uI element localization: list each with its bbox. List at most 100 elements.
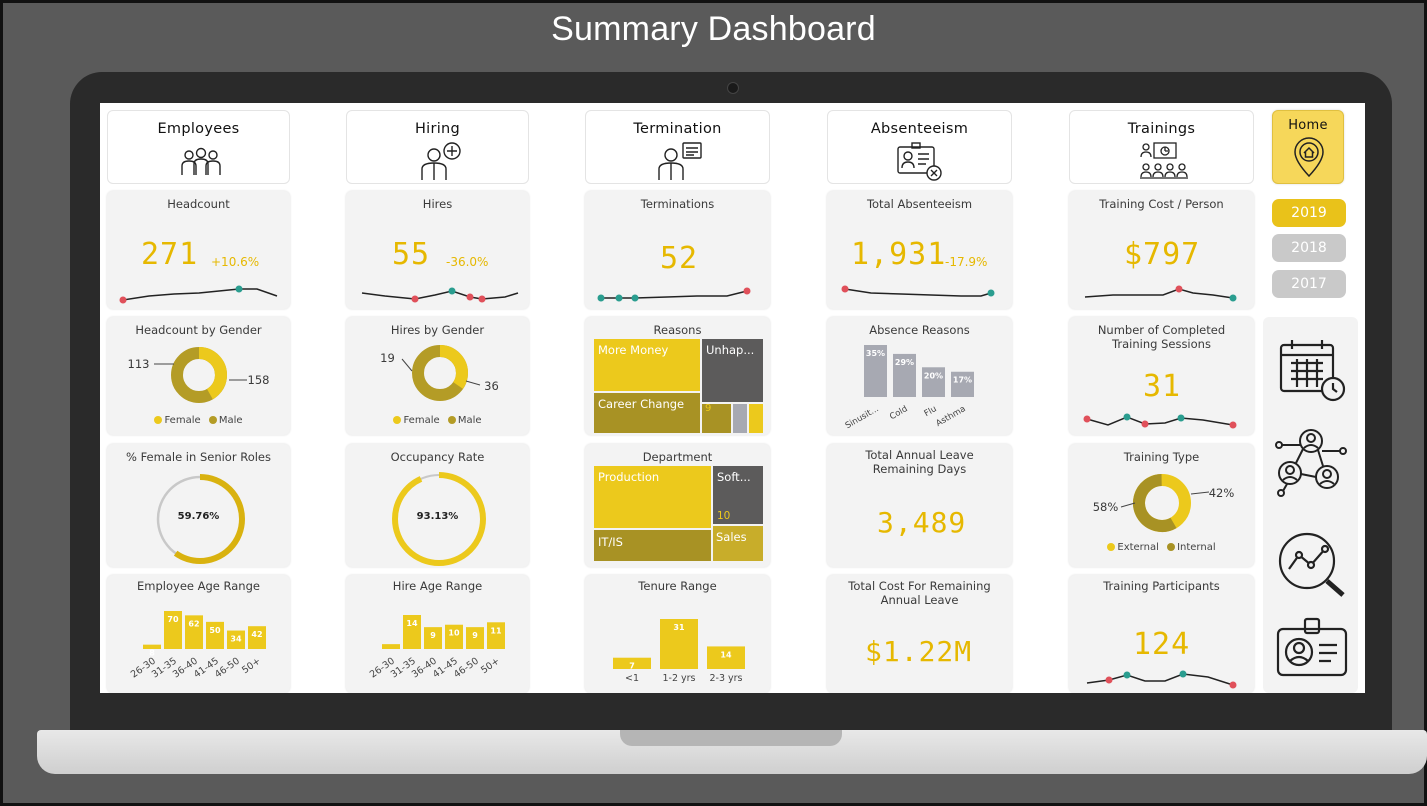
bar-category-label: 1-2 yrs [662,673,695,684]
reasons-card[interactable]: Reasons More Money Unhap... Career Chang… [585,317,770,435]
bar-category-label: Cold [888,404,909,422]
page-title: Summary Dashboard [551,10,876,48]
treemap-software-value: 10 [717,510,731,522]
training-cost-card[interactable]: Training Cost / Person $797 [1069,191,1254,309]
absenteeism-card[interactable]: Total Absenteeism 1,931 -17.9% [827,191,1012,309]
treemap-production[interactable]: Production [594,466,711,528]
headcount-value: 271 [141,237,199,272]
treemap-it[interactable]: IT/IS [594,530,711,561]
hire-age-range-card[interactable]: Hire Age Range 26-30 14 31-35 9 36-40 10 41-45… [346,575,529,693]
nav-employees[interactable]: Employees [107,110,290,184]
bar-category-label: <1 [625,673,639,684]
terminations-value: 52 [660,241,699,276]
treemap-small-olive[interactable]: 9 [702,403,731,433]
leave-cost-title-1: Total Cost For Remaining [848,579,991,593]
bar-value-label: 31 [673,623,685,632]
participants-title: Training Participants [1103,579,1220,593]
training-cost-title: Training Cost / Person [1099,197,1224,211]
id-badge-icon[interactable] [1275,617,1349,679]
headcount-male-value: 158 [247,373,270,387]
legend-male-dot [447,416,456,424]
bar-value-label: 9 [472,631,478,640]
year-2019-button[interactable]: 2019 [1272,199,1346,227]
headcount-title: Headcount [167,197,230,211]
treemap-career-change-label: Career Change [598,397,685,411]
department-title: Department [642,450,713,464]
terminations-sparkline [597,287,751,302]
treemap-small-yellow[interactable] [749,404,763,433]
treemap-software[interactable]: Soft... 10 [713,466,763,524]
occupancy-title: Occupancy Rate [390,450,485,464]
nav-trainings[interactable]: Trainings [1069,110,1254,184]
absenteeism-sparkline [841,285,995,297]
headcount-gender-title: Headcount by Gender [135,323,262,337]
side-nav-panel [1263,317,1358,693]
terminations-card[interactable]: Terminations 52 [585,191,770,309]
training-type-card[interactable]: Training Type 58% 42% External Internal [1069,444,1254,567]
training-type-legend: External Internal [1069,542,1254,553]
bar-value-label: 42 [251,630,262,639]
female-senior-value: 59.76% [177,511,220,522]
treemap-sales[interactable]: Sales [713,526,763,561]
tenure-card[interactable]: Tenure Range 7 <1 31 1-2 yrs 14 2-3 yrs [585,575,770,693]
bar[interactable] [382,644,400,649]
treemap-more-money[interactable]: More Money [594,339,700,391]
training-internal-leader [1190,491,1210,495]
headcount-gender-card[interactable]: Headcount by Gender 113 158 Female Male [107,317,290,435]
home-label: Home [1288,118,1328,133]
training-type-title: Training Type [1123,450,1200,464]
analytics-search-icon[interactable] [1275,529,1349,599]
treemap-unhappy[interactable]: Unhap... [702,339,763,402]
hires-sparkline [361,287,519,303]
legend-male-dot [208,416,217,424]
nav-hiring[interactable]: Hiring [346,110,529,184]
bar-value-label: 35% [866,349,885,358]
age-range-chart: 826-307031-356236-405041-453446-504250+ [129,611,266,681]
hires-card[interactable]: Hires 55 -36.0% [346,191,529,309]
absenteeism-value: 1,931 [851,237,947,272]
department-card[interactable]: Department Production Soft... 10 IT/IS Sa… [585,444,770,567]
absenteeism-icon [897,142,942,181]
hires-delta: -36.0% [446,255,489,269]
leave-cost-title-2: Annual Leave [880,593,959,607]
calendar-clock-icon[interactable] [1278,337,1346,403]
leave-cost-card[interactable]: Total Cost For Remaining Annual Leave $1… [827,575,1012,693]
legend-external-label: External [1117,542,1159,553]
trainings-icon [1140,142,1188,179]
female-senior-card[interactable]: % Female in Senior Roles 59.76% [107,444,290,567]
bar-value-label: 70 [167,615,179,624]
participants-value: 124 [1133,627,1191,662]
absence-reasons-card[interactable]: Absence Reasons 35% Sinusit... 29% Cold 20% F… [827,317,1012,435]
year-2017-button[interactable]: 2017 [1272,270,1346,298]
completed-sessions-card[interactable]: Number of Completed Training Sessions 31 [1069,317,1254,435]
treemap-software-label: Soft... [717,470,751,484]
training-external-pct: 58% [1092,500,1119,514]
headcount-card[interactable]: Headcount 271 +10.6% [107,191,290,309]
treemap-small-gray[interactable] [733,404,747,433]
nav-hiring-label: Hiring [414,121,461,137]
age-range-card[interactable]: Employee Age Range 8 26-30 70 31-35 62 36-40 5… [107,575,290,693]
occupancy-card[interactable]: Occupancy Rate 93.13% [346,444,529,567]
leave-days-title-1: Total Annual Leave [865,448,974,462]
bar-category-label: 46-50 [213,656,242,681]
home-button[interactable]: Home [1272,110,1344,184]
hires-female-value: 19 [380,351,395,365]
hires-gender-card[interactable]: Hires by Gender 19 36 Female Male [346,317,529,435]
bar-value-label: 14 [406,619,418,628]
legend-internal-dot [1167,543,1176,551]
headcount-sparkline [119,285,278,304]
leave-days-card[interactable]: Total Annual Leave Remaining Days 3,489 [827,444,1012,567]
treemap-small-value: 9 [705,403,712,414]
headcount-female-leader [154,363,174,365]
legend-male-label: Male [218,415,243,426]
nav-termination[interactable]: Termination [585,110,770,184]
hires-title: Hires [422,197,453,211]
nav-absenteeism[interactable]: Absenteeism [827,110,1012,184]
participants-card[interactable]: Training Participants 124 [1069,575,1254,693]
treemap-career-change[interactable]: Career Change [594,393,700,433]
completed-sessions-value: 31 [1143,369,1182,404]
bar-value-label: 50 [209,626,221,635]
year-2018-button[interactable]: 2018 [1272,234,1346,262]
bar-category-label: Flu [923,404,939,419]
absenteeism-title: Total Absenteeism [866,197,973,211]
